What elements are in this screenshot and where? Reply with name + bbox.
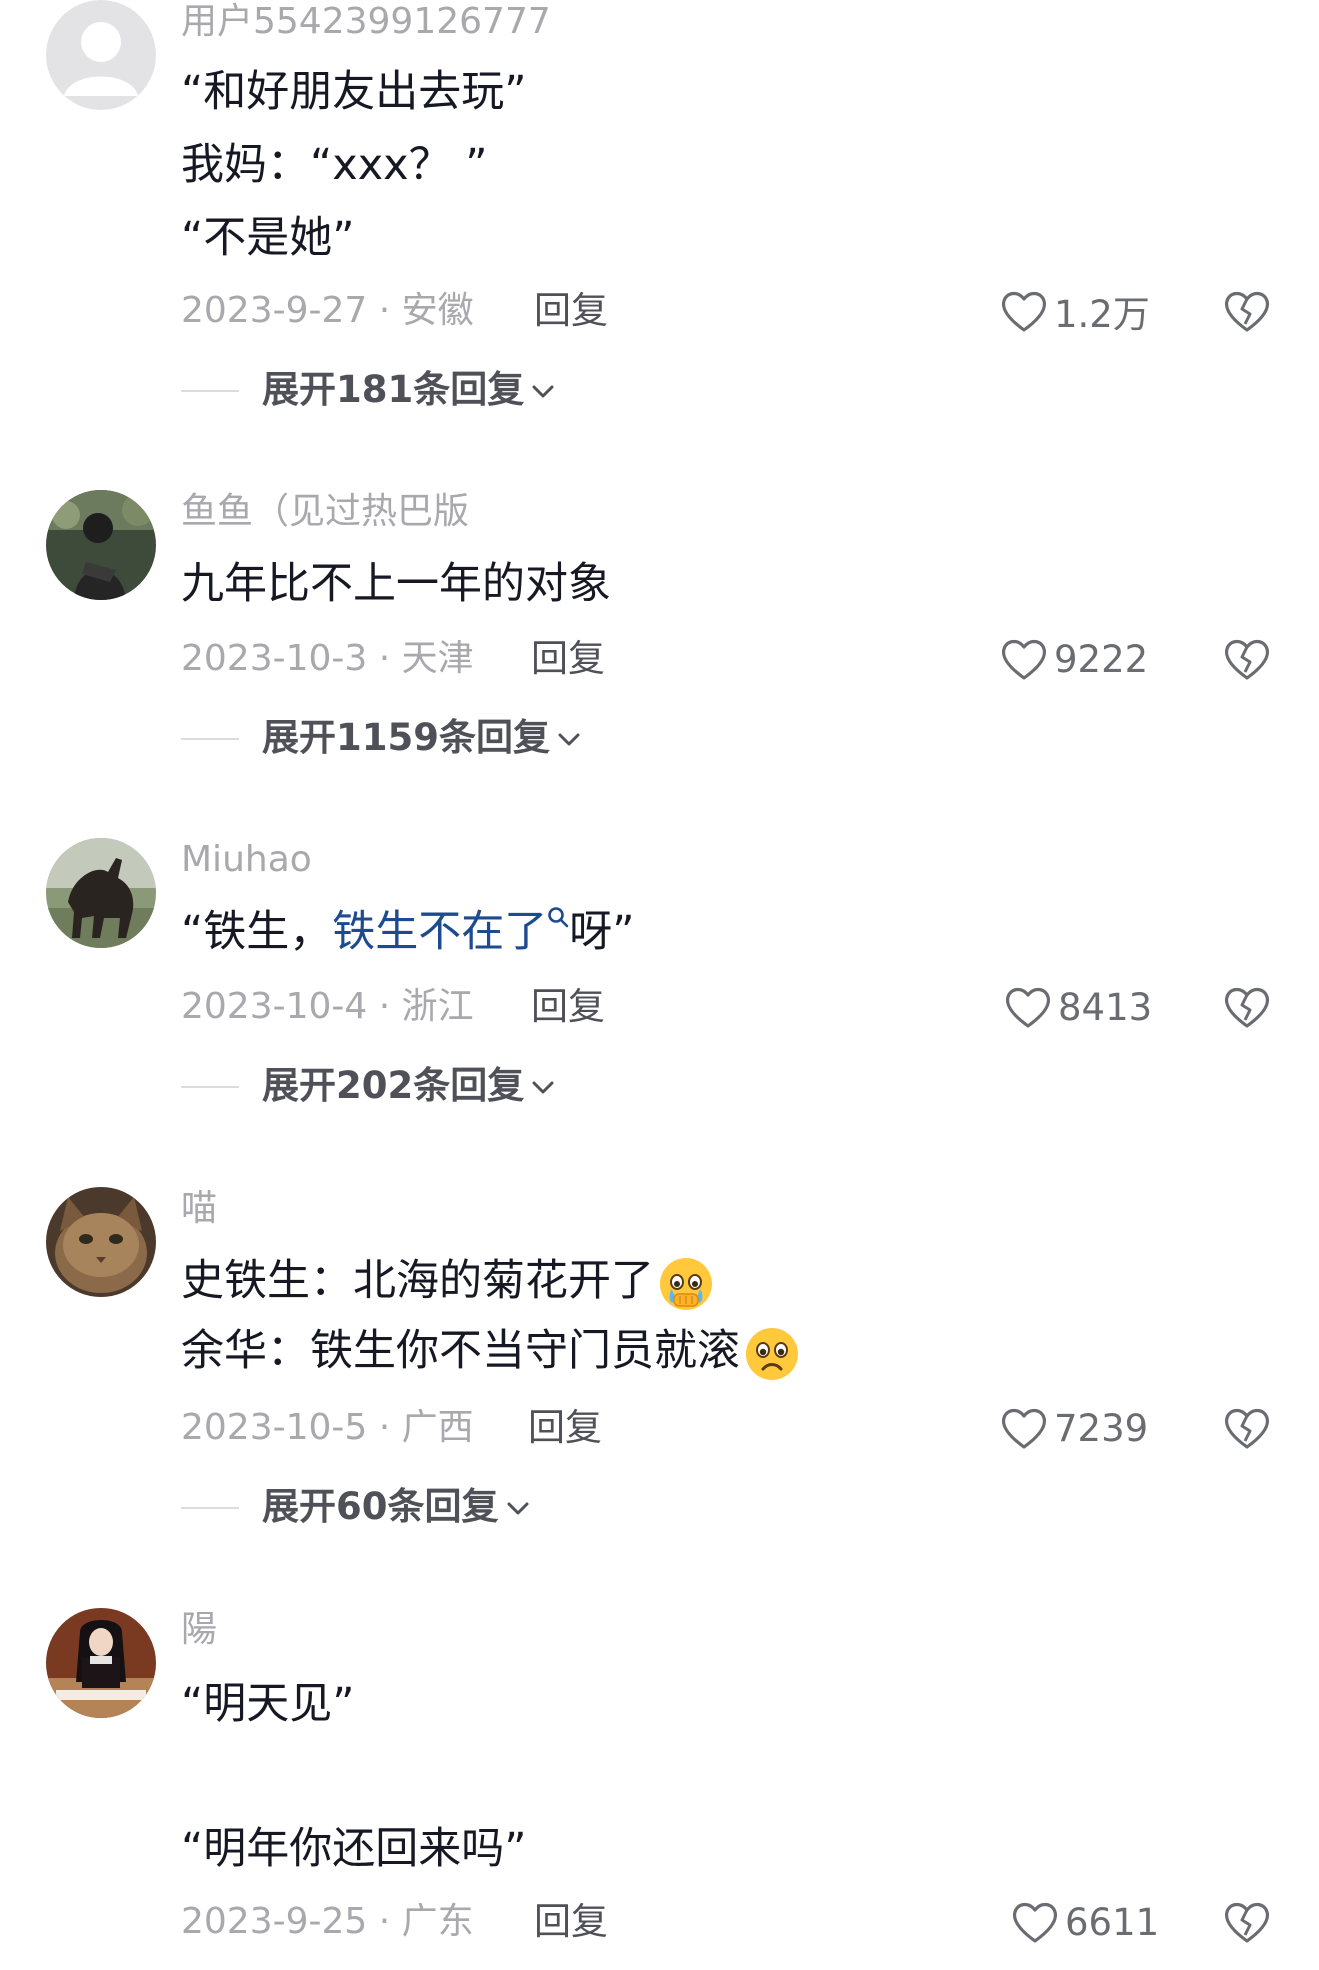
chevron-down-icon (507, 1502, 528, 1514)
reply-button[interactable]: 回复 (528, 1406, 602, 1450)
expand-replies-label: 展开60条回复 (262, 1485, 499, 1528)
date-location: 2023-9-25 · 广东 (181, 1901, 474, 1942)
date-location: 2023-10-4 · 浙江 (181, 986, 474, 1027)
expand-divider (181, 390, 239, 392)
like-button[interactable]: 1.2万 (1000, 286, 1150, 336)
search-link[interactable]: 铁生不在了 (332, 907, 547, 957)
dislike-button[interactable] (1222, 1899, 1272, 1945)
date-location: 2023-10-5 · 广西 (181, 1407, 474, 1448)
expand-divider (181, 1507, 239, 1509)
comment-text-line: “明天见” (181, 1679, 355, 1729)
date-location: 2023-10-3 · 天津 (181, 638, 474, 679)
chevron-down-icon (558, 733, 580, 745)
username[interactable]: 陽 (181, 1608, 217, 1652)
heart-icon (1001, 291, 1047, 332)
heart-icon (1001, 639, 1047, 680)
broken-heart-icon (1224, 1408, 1270, 1449)
like-button[interactable]: 6611 (1011, 1897, 1159, 1947)
default-avatar-icon (46, 0, 156, 110)
comment-text-segment: 呀” (569, 907, 635, 957)
crying-emoji-icon (660, 1257, 712, 1310)
like-count: 1.2万 (1054, 293, 1150, 336)
heart-icon (1005, 987, 1051, 1028)
avatar[interactable] (46, 490, 156, 600)
expand-replies-label: 展开202条回复 (262, 1064, 525, 1107)
comment-text-line: “和好朋友出去玩” (181, 67, 527, 117)
username[interactable]: 用户5542399126777 (181, 0, 551, 44)
expand-divider (181, 738, 239, 740)
comment-text-line: 我妈：“xxx？ ” (181, 140, 488, 190)
comment-text-line: “铁生，铁生不在了 呀” (181, 904, 635, 960)
like-button[interactable]: 8413 (1004, 982, 1152, 1032)
dislike-button[interactable] (1222, 984, 1272, 1030)
cat-avatar-icon (46, 1187, 156, 1297)
heart-icon (1001, 1408, 1047, 1449)
comment-text-line: “明年你还回来吗” (181, 1824, 527, 1874)
dislike-button[interactable] (1222, 636, 1272, 682)
username[interactable]: 喵 (181, 1187, 217, 1231)
like-count: 7239 (1054, 1406, 1149, 1450)
comment-text-line: 余华：铁生你不当守门员就滚 (181, 1323, 800, 1382)
username[interactable]: Miuhao (181, 838, 312, 882)
reply-button[interactable]: 回复 (531, 985, 605, 1029)
username[interactable]: 鱼鱼（见过热巴版 (181, 490, 469, 534)
expand-replies-button[interactable]: 展开202条回复 (262, 1064, 554, 1108)
like-count: 8413 (1058, 985, 1153, 1029)
comment-text-segment: “铁生， (181, 907, 333, 957)
chevron-down-icon (532, 1081, 554, 1093)
expand-replies-button[interactable]: 展开181条回复 (262, 368, 554, 412)
expand-replies-label: 展开181条回复 (262, 368, 525, 411)
dislike-button[interactable] (1222, 1405, 1272, 1451)
broken-heart-icon (1224, 1902, 1270, 1943)
like-count: 9222 (1054, 637, 1149, 681)
like-count: 6611 (1065, 1900, 1160, 1944)
like-button[interactable]: 7239 (1000, 1403, 1148, 1453)
broken-heart-icon (1224, 639, 1270, 680)
avatar[interactable] (46, 1187, 156, 1297)
avatar[interactable] (46, 1608, 156, 1718)
reply-button[interactable]: 回复 (534, 289, 608, 333)
expand-replies-button[interactable]: 展开60条回复 (262, 1485, 529, 1529)
comment-text-segment: 史铁生：北海的菊花开了 (181, 1256, 654, 1306)
broken-heart-icon (1224, 987, 1270, 1028)
search-icon (548, 907, 569, 928)
comment-text-segment: 余华：铁生你不当守门员就滚 (181, 1326, 740, 1376)
comment-text-line: 九年比不上一年的对象 (181, 559, 611, 609)
broken-heart-icon (1224, 291, 1270, 332)
reply-button[interactable]: 回复 (531, 637, 605, 681)
expand-replies-button[interactable]: 展开1159条回复 (262, 716, 580, 760)
dislike-button[interactable] (1222, 288, 1272, 334)
reply-button[interactable]: 回复 (534, 1900, 608, 1944)
sad-emoji-icon (746, 1327, 798, 1380)
photo-avatar-icon (46, 490, 156, 600)
horse-avatar-icon (46, 838, 156, 948)
girl-avatar-icon (46, 1608, 156, 1718)
comment-text-line: 史铁生：北海的菊花开了 (181, 1253, 714, 1312)
heart-icon (1012, 1902, 1058, 1943)
avatar[interactable] (46, 0, 156, 110)
like-button[interactable]: 9222 (1000, 634, 1148, 684)
expand-replies-label: 展开1159条回复 (262, 716, 550, 759)
chevron-down-icon (532, 385, 554, 397)
expand-divider (181, 1086, 239, 1088)
avatar[interactable] (46, 838, 156, 948)
date-location: 2023-9-27 · 安徽 (181, 290, 474, 331)
comment-text-line: “不是她” (181, 213, 355, 263)
